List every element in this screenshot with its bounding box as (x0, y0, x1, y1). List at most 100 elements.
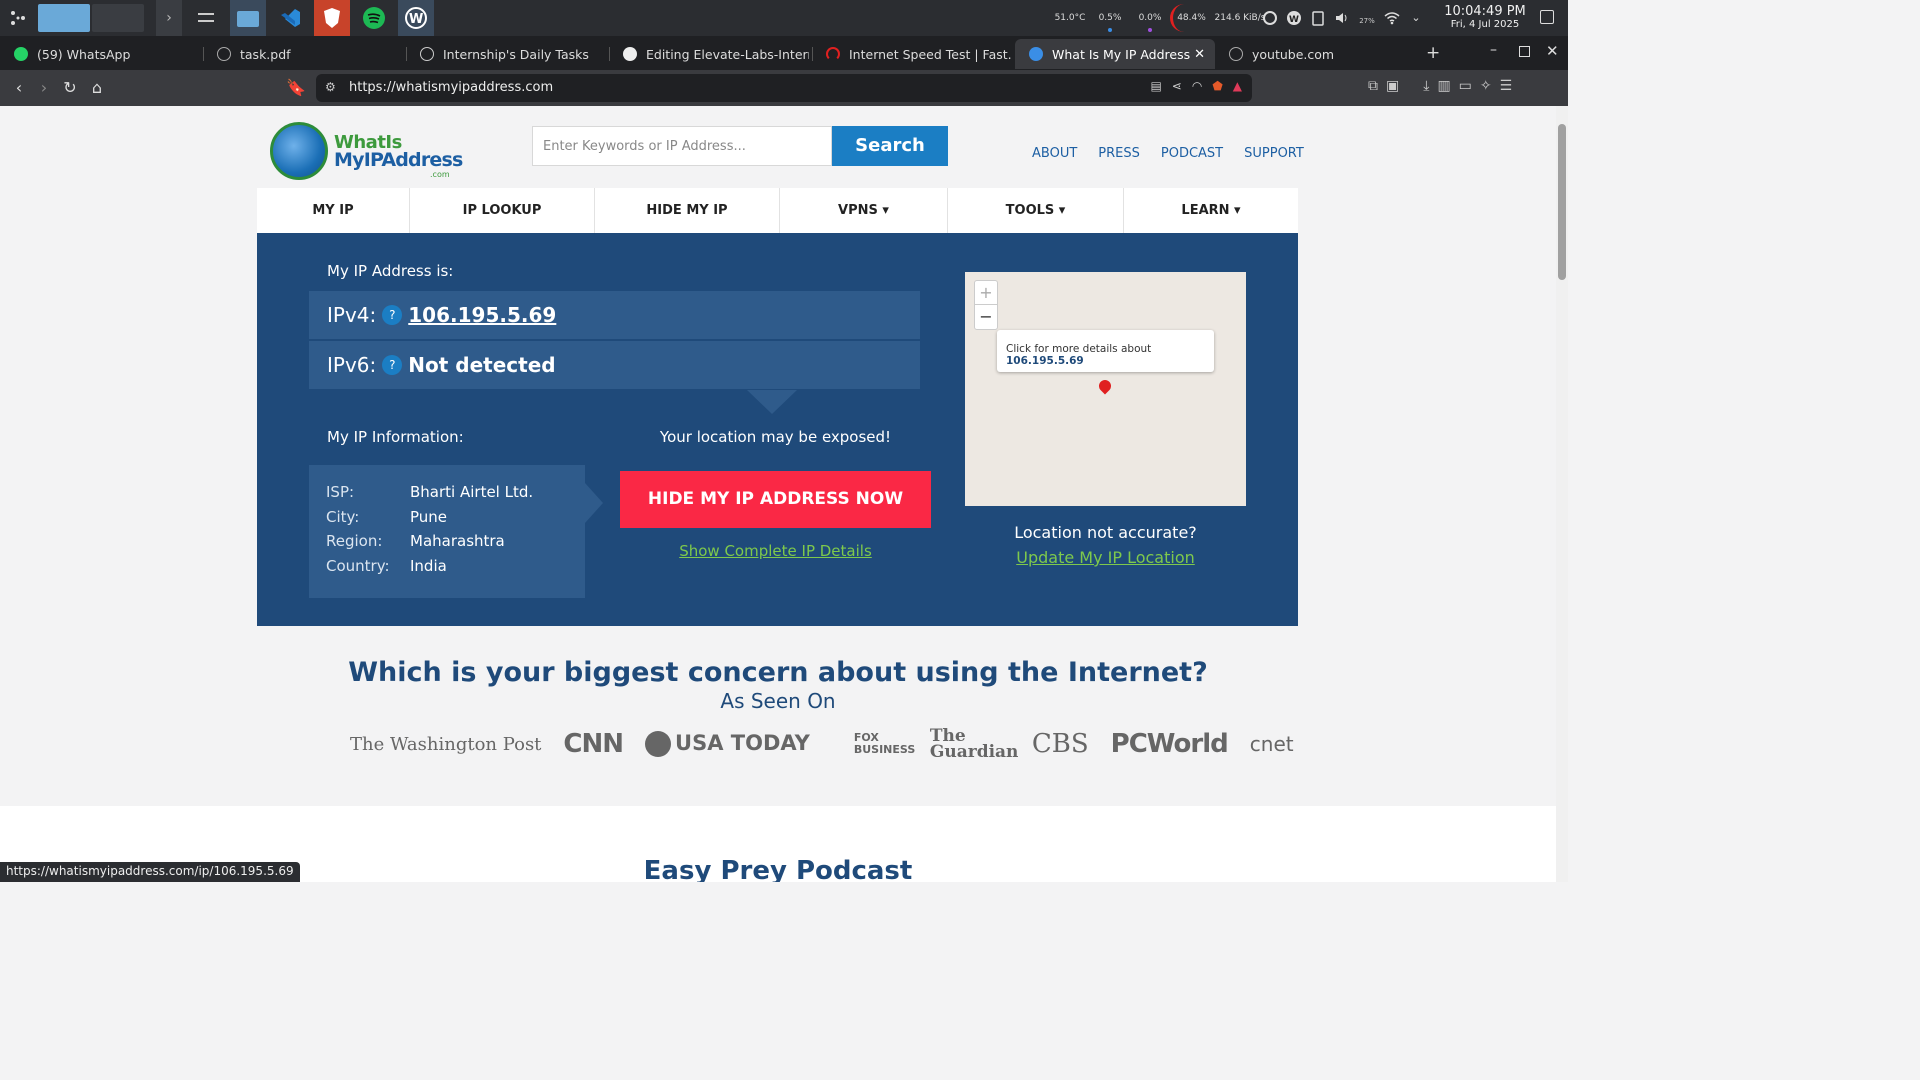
ipv4-address-link[interactable]: 106.195.5.69 (408, 303, 556, 327)
map-popup[interactable]: Click for more details about 106.195.5.6… (997, 330, 1214, 372)
brave-shields-icon[interactable]: ⬟ (1212, 79, 1222, 93)
forward-icon[interactable]: › (35, 79, 53, 97)
nav-my-ip[interactable]: MY IP (257, 188, 410, 233)
tab-label: Internship's Daily Tasks (443, 46, 589, 62)
country-value: India (410, 557, 447, 575)
minimize-window-button[interactable]: – (1490, 42, 1497, 58)
wallet-icon[interactable]: ▭ (1459, 78, 1472, 94)
tab-github[interactable]: Editing Elevate-Labs-Internshi (609, 39, 809, 69)
close-window-button[interactable]: ✕ (1546, 42, 1559, 60)
battery-icon[interactable]: 27% (1358, 10, 1376, 26)
system-taskbar: › W 51.0°C 0.5% 0.0% 48.4% 214.6 KiB/s W… (0, 0, 1568, 36)
system-stats: 51.0°C 0.5% 0.0% 48.4% 214.6 KiB/s (1050, 0, 1270, 36)
extensions-icon[interactable]: ⧉ (1368, 78, 1378, 94)
download-icon[interactable]: ⤓ (1423, 78, 1429, 94)
map-pin-icon[interactable] (1096, 377, 1114, 395)
share-icon[interactable]: ⋖ (1172, 79, 1182, 93)
close-tab-icon[interactable]: ✕ (1194, 47, 1205, 62)
page-scrollbar[interactable] (1556, 106, 1568, 882)
tab-youtube[interactable]: youtube.com (1215, 39, 1415, 69)
nav-tools[interactable]: TOOLS ▾ (948, 188, 1124, 233)
spotify-icon[interactable] (356, 0, 392, 36)
help-icon[interactable]: ? (382, 305, 403, 325)
wifi-icon[interactable] (1384, 10, 1400, 26)
nav-hide-my-ip[interactable]: HIDE MY IP (595, 188, 780, 233)
home-icon[interactable]: ⌂ (88, 79, 106, 97)
tab-fast-com[interactable]: Internet Speed Test | Fast.com (812, 39, 1012, 69)
support-link[interactable]: SUPPORT (1244, 146, 1304, 161)
terminal-icon[interactable]: › (156, 0, 182, 36)
main-nav: MY IP IP LOOKUP HIDE MY IP VPNS ▾ TOOLS … (257, 188, 1298, 233)
menu-icon[interactable]: ☰ (1500, 78, 1513, 94)
reload-icon[interactable]: ↻ (61, 79, 79, 97)
leo-ai-icon[interactable]: ✧ (1480, 78, 1492, 94)
fast-speed-icon (826, 47, 840, 61)
city-value: Pune (410, 508, 448, 526)
brave-rewards-icon[interactable]: ▲ (1233, 79, 1242, 93)
globe-logo-icon (270, 122, 328, 180)
logo-text-3: .com (430, 170, 450, 179)
press-link[interactable]: PRESS (1098, 146, 1140, 161)
zoom-in-button[interactable]: + (975, 281, 997, 305)
screenshot-icon[interactable]: ▣ (1386, 78, 1399, 94)
workspace-2[interactable] (92, 4, 144, 32)
address-bar[interactable]: ⚙ https://whatismyipaddress.com ▤ ⋖ ◠ ⬟ … (316, 74, 1252, 102)
site-settings-icon[interactable]: ⚙ (325, 80, 336, 94)
fox-business-logo: FOX BUSINESS (853, 731, 916, 756)
globe-icon (1229, 47, 1243, 61)
cpu-temp: 51.0°C (1054, 13, 1086, 23)
new-tab-button[interactable]: + (1426, 43, 1440, 63)
w-tray-icon[interactable]: W (1286, 10, 1302, 26)
cnn-logo: CNN (563, 729, 624, 759)
search-input[interactable]: Enter Keywords or IP Address... (532, 126, 832, 166)
about-link[interactable]: ABOUT (1032, 146, 1077, 161)
clock-date: Fri, 4 Jul 2025 (1450, 19, 1520, 30)
w-app-icon[interactable]: W (398, 0, 434, 36)
browser-tab-strip: (59) WhatsApp task.pdf Internship's Dail… (0, 36, 1568, 70)
settings-app-icon[interactable] (188, 0, 224, 36)
tab-task-pdf[interactable]: task.pdf (203, 39, 403, 69)
nav-ip-lookup[interactable]: IP LOOKUP (410, 188, 595, 233)
cpu-usage: 0.5% (1090, 0, 1130, 36)
site-logo[interactable]: WhatIs MyIPAddress .com (270, 122, 463, 182)
clipboard-icon[interactable] (1310, 10, 1326, 26)
vscode-icon[interactable] (272, 0, 308, 36)
rss-icon[interactable]: ◠ (1192, 79, 1202, 93)
github-icon (623, 47, 637, 61)
update-location-link[interactable]: Update My IP Location (965, 548, 1246, 567)
chevron-down-icon[interactable]: ⌄ (1408, 10, 1424, 26)
search-button[interactable]: Search (832, 126, 948, 166)
zoom-out-button[interactable]: − (975, 305, 997, 329)
popup-ip: 106.195.5.69 (1006, 355, 1084, 367)
show-ip-details-link[interactable]: Show Complete IP Details (620, 542, 931, 560)
location-map[interactable]: + − Click for more details about 106.195… (965, 272, 1246, 506)
reader-mode-icon[interactable]: ▤ (1150, 79, 1161, 93)
app-launcher-icon[interactable] (0, 0, 36, 36)
updates-icon[interactable] (1262, 10, 1278, 26)
tab-whatismyip[interactable]: What Is My IP Address - Se✕ (1015, 39, 1215, 69)
back-icon[interactable]: ‹ (10, 79, 28, 97)
nav-vpns[interactable]: VPNS ▾ (780, 188, 948, 233)
nav-learn[interactable]: LEARN ▾ (1124, 188, 1298, 233)
tab-daily-tasks[interactable]: Internship's Daily Tasks (406, 39, 606, 69)
workspace-1[interactable] (38, 4, 90, 32)
bookmark-icon[interactable]: 🔖 (286, 79, 306, 97)
guardian-logo: The Guardian (929, 726, 1019, 762)
sidebar-icon[interactable]: ▥ (1437, 78, 1450, 94)
scrollbar-thumb[interactable] (1558, 124, 1566, 280)
hide-my-ip-button[interactable]: HIDE MY IP ADDRESS NOW (620, 471, 931, 528)
brave-browser-icon[interactable] (314, 0, 350, 36)
tab-label: (59) WhatsApp (37, 46, 131, 62)
file-manager-icon[interactable] (230, 0, 266, 36)
volume-icon[interactable] (1334, 10, 1350, 26)
podcast-link[interactable]: PODCAST (1161, 146, 1223, 161)
press-logos: The Washington Post CNN USA TODAY FOX BU… (350, 726, 1316, 762)
show-desktop-icon[interactable] (1540, 10, 1554, 24)
ip-heading: My IP Address is: (327, 262, 454, 280)
tab-whatsapp[interactable]: (59) WhatsApp (0, 39, 200, 69)
ipv6-label: IPv6: (327, 353, 377, 377)
battery-level: 27% (1359, 17, 1375, 25)
help-icon[interactable]: ? (382, 355, 403, 375)
clock[interactable]: 10:04:49 PM Fri, 4 Jul 2025 (1440, 5, 1530, 31)
maximize-window-button[interactable] (1519, 46, 1530, 57)
